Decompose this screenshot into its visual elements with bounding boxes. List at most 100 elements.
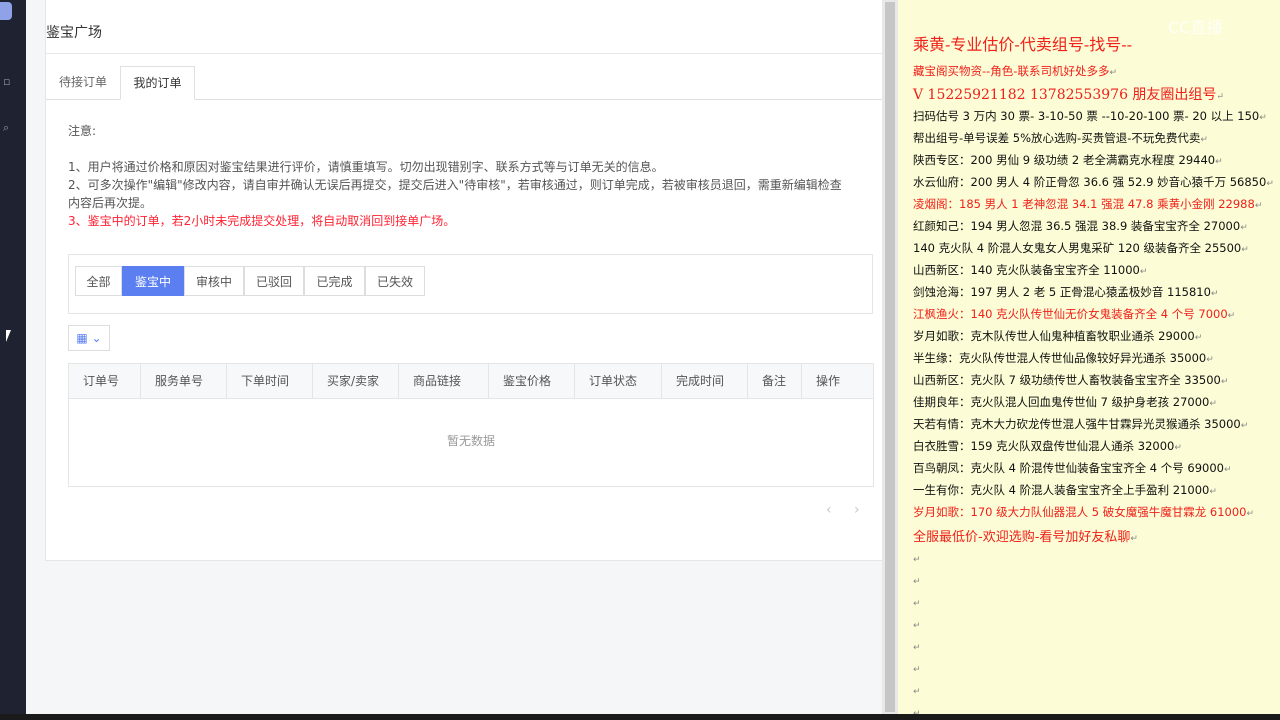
document-pane: 乘黄-专业估价-代卖组号-找号-- 藏宝阁买物资--角色-联系司机好处多多↵ V … [898,0,1280,714]
filter-completed-button[interactable]: 已完成 [304,266,365,296]
doc-line: 140 克火队 4 阶混人女鬼女人男鬼采矿 120 级装备齐全 25500↵ [913,240,1249,256]
paragraph-mark-icon: ↵ [1109,68,1117,78]
title-divider [46,53,882,54]
doc-line-text: 岁月如歌：170 级大力队仙器混人 5 破女魔强牛魔甘霖龙 61000 [913,505,1247,519]
paragraph-mark-icon: ↵ [1220,377,1229,387]
col-buyer-seller[interactable]: 买家/卖家 [313,364,399,398]
doc-line-text: 半生缘：克火队传世混人传世仙品像较好异光通杀 35000 [913,351,1207,365]
doc-line-text: 水云仙府：200 男人 4 阶正骨忽 36.6 强 52.9 妙音心猿千万 56… [913,175,1267,189]
doc-line-text: V 15225921182 13782553976 朋友圈出组号 [913,87,1217,103]
doc-line: 藏宝阁买物资--角色-联系司机好处多多↵ [913,63,1117,79]
doc-line: V 15225921182 13782553976 朋友圈出组号↵ [913,84,1224,104]
paragraph-mark-icon: ↵ [1240,421,1249,431]
paragraph-mark-icon: ↵ [913,621,921,631]
table-header: 订单号 服务单号 下单时间 买家/卖家 商品链接 鉴宝价格 订单状态 完成时间 … [69,364,873,399]
paragraph-mark-icon: ↵ [1194,333,1203,343]
doc-line: 红颜知己：194 男人忽混 36.5 强混 38.9 装备宝宝齐全 27000↵ [913,218,1248,234]
chevron-down-icon: ⌄ [91,331,102,345]
col-finish-time[interactable]: 完成时间 [662,364,748,398]
doc-line-text: 百鸟朝凤：克火队 4 阶混传世仙装备宝宝齐全 4 个号 69000 [913,461,1224,475]
paragraph-mark-icon: ↵ [913,577,921,587]
doc-line: 陕西专区：200 男仙 9 级功绩 2 老全满霸克水程度 29440↵ [913,152,1223,168]
scrollbar-thumb[interactable] [885,2,895,712]
vertical-scrollbar[interactable] [882,0,898,714]
doc-line-text: 剑蚀沧海：197 男人 2 老 5 正骨混心猿孟极妙音 115810 [913,285,1211,299]
taskbar-edge [0,714,1280,720]
doc-line-text: 山西新区：克火队 7 级功绩传世人畜牧装备宝宝齐全 33500 [913,373,1221,387]
tab-my-orders[interactable]: 我的订单 [120,66,195,100]
status-filter-bar: 全部 鉴宝中 审核中 已驳回 已完成 已失效 [68,254,873,314]
filter-rejected-button[interactable]: 已驳回 [244,266,304,296]
doc-line-text: 140 克火队 4 阶混人女鬼女人男鬼采矿 120 级装备齐全 25500 [913,241,1242,255]
prev-page-icon[interactable]: ‹ [826,502,832,518]
doc-line-text: 山西新区：140 克火队装备宝宝齐全 11000 [913,263,1140,277]
filter-appraising-button[interactable]: 鉴宝中 [122,266,184,296]
col-actions[interactable]: 操作 [802,364,873,398]
doc-line: 百鸟朝凤：克火队 4 阶混传世仙装备宝宝齐全 4 个号 69000↵ [913,460,1232,476]
doc-line: 山西新区：克火队 7 级功绩传世人畜牧装备宝宝齐全 33500↵ [913,372,1228,388]
paragraph-mark-icon: ↵ [1206,355,1214,365]
page-title: 鉴宝广场 [46,25,102,41]
stream-watermark: CC直播 [1168,18,1223,37]
notice-block: 注意: 1、用户将通过价格和原因对鉴宝结果进行评价，请慎重填写。切勿出现错别字、… [68,122,868,230]
doc-line-text: 白衣胜雪：159 克火队双盘传世仙混人通杀 32000 [913,439,1175,453]
paragraph-mark-icon: ↵ [1174,443,1182,453]
col-service-no[interactable]: 服务单号 [141,364,227,398]
paragraph-mark-icon: ↵ [1254,201,1263,211]
menu-icon[interactable]: ▫ [3,76,10,87]
filter-reviewing-button[interactable]: 审核中 [184,266,244,296]
doc-line-text: 全服最低价-欢迎选购-看号加好友私聊 [913,530,1131,545]
doc-line-text: 陕西专区：200 男仙 9 级功绩 2 老全满霸克水程度 29440 [913,153,1216,167]
col-remark[interactable]: 备注 [748,364,802,398]
col-order-no[interactable]: 订单号 [69,364,141,398]
doc-line: 剑蚀沧海：197 男人 2 老 5 正骨混心猿孟极妙音 115810↵ [913,284,1218,300]
paragraph-mark-icon: ↵ [1200,135,1208,145]
doc-line: 一生有你：克火队 4 阶混人装备宝宝齐全上手盈利 21000↵ [913,482,1217,498]
filter-all-button[interactable]: 全部 [75,266,122,296]
notice-line-2: 2、可多次操作"编辑"修改内容，请自审并确认无误后再提交，提交后进入"待审核"，… [68,178,842,192]
filter-expired-button[interactable]: 已失效 [365,266,425,296]
content-panel: 鉴宝广场 待接订单 我的订单 注意: 1、用户将通过价格和原因对鉴宝结果进行评价… [45,0,883,561]
doc-line: 帮出组号-单号误差 5%放心选购-买贵管退-不玩免费代卖↵ [913,130,1208,146]
notice-line-3: 3、鉴宝中的订单，若2小时未完成提交处理，将自动取消回到接单广场。 [68,214,456,228]
doc-line-text: 天若有情：克木大力砍龙传世混人强牛甘霖异光灵猴通杀 35000 [913,417,1241,431]
main-area: 鉴宝广场 待接订单 我的订单 注意: 1、用户将通过价格和原因对鉴宝结果进行评价… [26,0,883,714]
column-settings-button[interactable]: ▦ ⌄ [68,325,110,351]
col-order-status[interactable]: 订单状态 [575,364,662,398]
paragraph-mark-icon: ↵ [1259,113,1267,123]
doc-line-text: 岁月如歌：克木队传世人仙鬼种植畜牧职业通杀 29000 [913,329,1195,343]
app-logo[interactable] [0,2,12,20]
paragraph-mark-icon: ↵ [1266,179,1274,189]
paragraph-mark-icon: ↵ [1246,509,1255,519]
notice-spacer [68,140,868,158]
col-order-time[interactable]: 下单时间 [227,364,313,398]
doc-line: 天若有情：克木大力砍龙传世混人强牛甘霖异光灵猴通杀 35000↵ [913,416,1248,432]
paragraph-mark-icon: ↵ [1240,223,1248,233]
doc-line: 江枫渔火：140 克火队传世仙无价女鬼装备齐全 4 个号 7000↵ [913,306,1235,322]
doc-line: 岁月如歌：克木队传世人仙鬼种植畜牧职业通杀 29000↵ [913,328,1202,344]
doc-line-text: 佳期良年：克火队混人回血鬼传世仙 7 级护身老孩 27000 [913,395,1210,409]
doc-line: 凌烟阁：185 男人 1 老神忽混 34.1 强混 47.8 乘黄小金刚 229… [913,196,1262,212]
paragraph-mark-icon: ↵ [913,643,921,653]
notice-line-1: 1、用户将通过价格和原因对鉴宝结果进行评价，请慎重填写。切勿出现错别字、联系方式… [68,160,664,174]
grid-icon: ▦ [76,331,88,345]
doc-line: 水云仙府：200 男人 4 阶正骨忽 36.6 强 52.9 妙音心猿千万 56… [913,174,1274,190]
doc-line-text: 凌烟阁：185 男人 1 老神忽混 34.1 强混 47.8 乘黄小金刚 229… [913,197,1255,211]
paragraph-mark-icon: ↵ [1139,267,1148,277]
next-page-icon[interactable]: › [854,502,860,518]
col-product-link[interactable]: 商品链接 [399,364,489,398]
doc-line: 全服最低价-欢迎选购-看号加好友私聊↵ [913,526,1138,545]
doc-line: 半生缘：克火队传世混人传世仙品像较好异光通杀 35000↵ [913,350,1214,366]
doc-line: 白衣胜雪：159 克火队双盘传世仙混人通杀 32000↵ [913,438,1182,454]
doc-line-text: 扫码估号 3 万内 30 票- 3-10-50 票 --10-20-100 票-… [913,109,1260,123]
col-appraisal-price[interactable]: 鉴宝价格 [489,364,575,398]
doc-line: 岁月如歌：170 级大力队仙器混人 5 破女魔强牛魔甘霖龙 61000↵ [913,504,1254,520]
orders-table: 订单号 服务单号 下单时间 买家/卖家 商品链接 鉴宝价格 订单状态 完成时间 … [68,363,874,487]
paragraph-mark-icon: ↵ [1227,311,1236,321]
notice-line-2-cont: 内容后再次提。 [68,196,153,210]
doc-title: 乘黄-专业估价-代卖组号-找号-- [913,35,1133,54]
left-sidebar: ▫ ⌕ [0,0,26,714]
tab-pending-orders[interactable]: 待接订单 [46,66,120,98]
search-icon[interactable]: ⌕ [3,122,9,133]
paragraph-mark-icon: ↵ [913,555,921,565]
